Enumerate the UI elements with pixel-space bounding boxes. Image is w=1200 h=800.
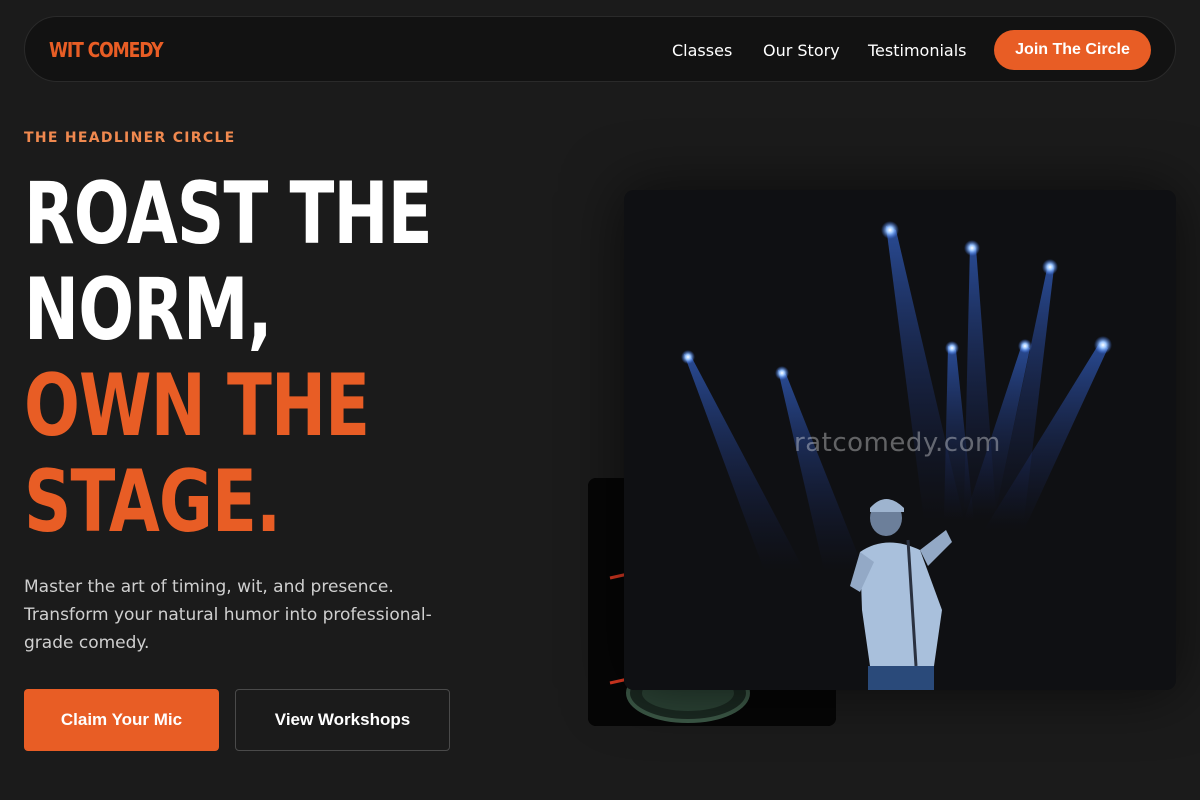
headline-line-1: ROAST THE bbox=[24, 164, 433, 264]
join-the-circle-button[interactable]: Join The Circle bbox=[994, 30, 1151, 70]
view-workshops-button[interactable]: View Workshops bbox=[235, 689, 450, 751]
headline-line-3: OWN THE bbox=[24, 356, 370, 456]
headline-line-2: NORM, bbox=[24, 260, 273, 360]
nav-link-classes[interactable]: Classes bbox=[672, 41, 732, 60]
hero-headline: ROAST THE NORM, OWN THE STAGE. bbox=[24, 166, 544, 550]
nav-link-testimonials[interactable]: Testimonials bbox=[868, 41, 967, 60]
hero-description: Master the art of timing, wit, and prese… bbox=[24, 577, 432, 653]
nav-link-our-story[interactable]: Our Story bbox=[763, 41, 840, 60]
top-navigation: WIT COMEDY Classes Our Story Testimonial… bbox=[24, 16, 1176, 82]
watermark-text: ratcomedy.com bbox=[794, 428, 1001, 458]
headline-line-4: STAGE. bbox=[24, 452, 281, 552]
landing-page: WIT COMEDY Classes Our Story Testimonial… bbox=[0, 0, 1200, 800]
brand-logo[interactable]: WIT COMEDY bbox=[49, 38, 164, 62]
claim-your-mic-button[interactable]: Claim Your Mic bbox=[24, 689, 219, 751]
hero-eyebrow: THE HEADLINER CIRCLE bbox=[24, 130, 236, 146]
